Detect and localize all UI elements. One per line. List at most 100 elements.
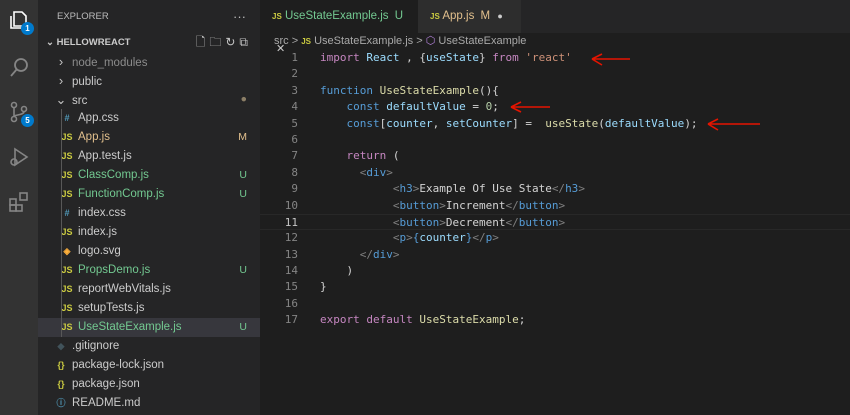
git-status: U <box>239 188 247 200</box>
file-tree-item[interactable]: JS reportWebVitals.js <box>38 280 260 299</box>
js-file-icon: JS <box>61 322 73 332</box>
file-tree-item[interactable]: JS setupTests.js <box>38 299 260 318</box>
file-tree-item[interactable]: {} package-lock.json <box>38 356 260 375</box>
code-token: h3 <box>565 182 579 196</box>
breadcrumb-file[interactable]: UseStateExample.js <box>314 35 413 47</box>
file-label: UseStateExample.js <box>78 321 182 333</box>
file-tree-item[interactable]: › public <box>38 71 260 90</box>
code-text: ) <box>320 263 354 279</box>
code-line: 9 <h3>Example Of Use State</h3> <box>260 181 850 197</box>
code-token: ; <box>518 313 526 327</box>
chevron-down-icon: ⌄ <box>55 92 67 107</box>
file-tree-item[interactable]: JS PropsDemo.js U <box>38 261 260 280</box>
file-label: README.md <box>72 397 141 409</box>
explorer-icon[interactable]: 1 <box>7 8 34 35</box>
json-file-icon: {} <box>57 360 65 370</box>
file-tree-item[interactable]: ◈ logo.svg <box>38 242 260 261</box>
breadcrumb-separator: > <box>416 35 423 47</box>
file-tree-item[interactable]: # index.css <box>38 204 260 223</box>
unsaved-dot-icon[interactable]: ● <box>497 11 502 21</box>
code-text: <p>{counter}</p> <box>320 230 499 246</box>
new-folder-icon[interactable]: 🗀 <box>209 35 225 49</box>
indent-guide <box>61 166 62 185</box>
breadcrumb-folder[interactable]: src <box>274 35 289 47</box>
run-debug-icon[interactable] <box>7 145 31 169</box>
indent-guide <box>61 147 62 166</box>
svg-file-icon: ◈ <box>63 246 71 256</box>
line-number: 15 <box>284 280 298 294</box>
code-line: 1 import React , {useState} from 'react' <box>260 50 850 66</box>
code-line: 2 <box>260 66 850 82</box>
code-token: > <box>558 198 566 212</box>
indent-guide <box>61 109 62 128</box>
line-number: 8 <box>291 165 298 179</box>
code-line: 15} <box>260 279 850 295</box>
file-tree-item[interactable]: JS App.test.js <box>38 147 260 166</box>
git-status: U <box>239 321 247 333</box>
git-status: M <box>238 131 247 143</box>
code-token: function <box>320 83 373 97</box>
file-tree-item[interactable]: ◆ .gitignore <box>38 337 260 356</box>
new-file-icon[interactable]: 🗋 <box>196 35 210 49</box>
code-token: > <box>578 182 585 196</box>
file-label: App.css <box>78 112 119 124</box>
code-line: 6 <box>260 132 850 148</box>
code-text: </div> <box>320 247 400 263</box>
code-text: const[counter, setCounter] = useState(de… <box>320 116 698 132</box>
file-tree-item[interactable]: JS ClassComp.js U <box>38 166 260 185</box>
js-file-icon: JS <box>301 37 312 46</box>
code-token: import <box>320 51 360 64</box>
code-text: <button>Increment</button> <box>320 198 565 214</box>
code-token: ( <box>598 116 605 130</box>
tab-usestateexample-js[interactable]: JS UseStateExample.js U ✕ <box>260 0 418 55</box>
indent-guide <box>61 223 62 242</box>
file-tree-item[interactable]: # App.css <box>38 109 260 128</box>
file-tree-item[interactable]: JS App.js M <box>38 128 260 147</box>
extensions-icon[interactable] <box>7 190 31 214</box>
tab-label: App.js <box>442 10 475 22</box>
code-text: <button>Decrement</button> <box>320 215 565 231</box>
source-control-icon[interactable]: 5 <box>7 100 34 127</box>
search-icon[interactable] <box>7 56 31 80</box>
line-number: 11 <box>284 215 298 229</box>
code-token: return <box>346 149 387 163</box>
file-tree-item[interactable]: JS FunctionComp.js U <box>38 185 260 204</box>
line-number: 14 <box>284 264 298 278</box>
file-tree-item[interactable]: JS UseStateExample.js U <box>38 318 260 337</box>
code-token: , { <box>406 51 426 64</box>
explorer-badge: 1 <box>21 22 34 35</box>
refresh-icon[interactable]: ↻ <box>225 35 239 49</box>
file-tree-item[interactable]: {} package.json <box>38 375 260 394</box>
code-text: import React , {useState} from 'react' <box>320 50 572 66</box>
code-token: div <box>366 165 387 179</box>
code-token: export <box>320 313 360 327</box>
symbol-icon: ⬡ <box>425 35 436 47</box>
code-line: 5 const[counter, setCounter] = useState(… <box>260 116 850 132</box>
breadcrumb-symbol[interactable]: UseStateExample <box>438 35 526 47</box>
code-editor[interactable]: 1 import React , {useState} from 'react' 2… <box>260 50 850 329</box>
code-token: counter <box>419 231 466 245</box>
code-line: 8 <div> <box>260 165 850 181</box>
tab-app-js[interactable]: JS App.js M ● <box>418 0 521 33</box>
code-token: </ <box>472 231 486 245</box>
more-actions-icon[interactable]: ··· <box>233 0 246 33</box>
file-tree-item[interactable]: ⌄ src ● <box>38 90 260 109</box>
collapse-all-icon[interactable]: ⧉ <box>239 35 252 49</box>
project-header[interactable]: ⌄ HELLOWREACT 🗋🗀↻⧉ <box>38 33 260 52</box>
file-label: node_modules <box>72 57 148 69</box>
js-file-icon: JS <box>61 151 73 161</box>
file-tree-item[interactable]: JS index.js <box>38 223 260 242</box>
file-label: index.css <box>78 207 126 219</box>
git-status: U <box>239 169 247 181</box>
file-tree-item[interactable]: › node_modules <box>38 52 260 71</box>
code-token: const <box>346 116 380 130</box>
breadcrumb-separator: > <box>291 35 299 47</box>
file-tree-item[interactable]: ⓘ README.md <box>38 394 260 413</box>
file-label: reportWebVitals.js <box>78 283 171 295</box>
tab-status: M <box>480 10 491 22</box>
code-token: button <box>518 215 559 229</box>
line-number: 10 <box>284 198 298 212</box>
